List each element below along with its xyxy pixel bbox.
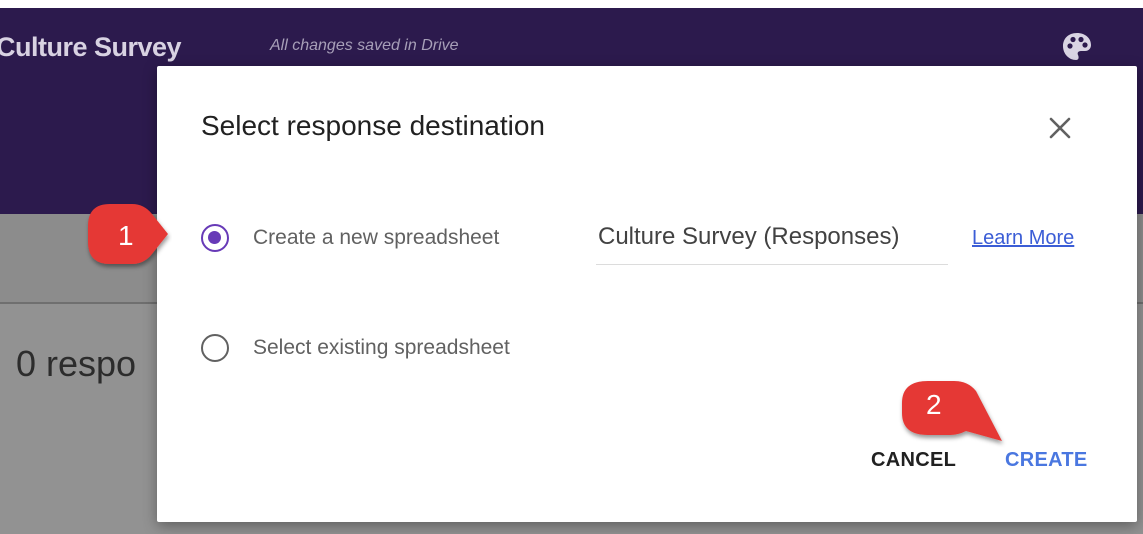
option-label: Select existing spreadsheet [253,336,510,359]
radio-existing-spreadsheet[interactable] [201,334,229,362]
step-marker-1: 1 [80,196,172,276]
option-label: Create a new spreadsheet [253,226,500,249]
marker-arrow-shape [902,381,1002,441]
option-new-spreadsheet[interactable]: Create a new spreadsheet [201,224,561,260]
create-button[interactable]: CREATE [1005,449,1088,472]
responses-count: 0 respo [16,343,137,384]
dialog-title: Select response destination [201,110,545,141]
option-existing-spreadsheet[interactable]: Select existing spreadsheet [201,334,581,370]
marker-number: 1 [118,220,134,251]
step-marker-2: 2 [896,375,1008,453]
learn-more-link[interactable]: Learn More [972,227,1074,250]
radio-new-spreadsheet[interactable] [201,224,229,252]
close-icon[interactable] [1045,113,1075,143]
spreadsheet-name-field[interactable] [596,216,948,265]
form-title[interactable]: Culture Survey [0,32,182,63]
save-status: All changes saved in Drive [270,37,459,54]
response-destination-dialog: Select response destination Create a new… [157,66,1137,522]
marker-number: 2 [926,389,942,420]
palette-icon[interactable] [1060,30,1094,64]
